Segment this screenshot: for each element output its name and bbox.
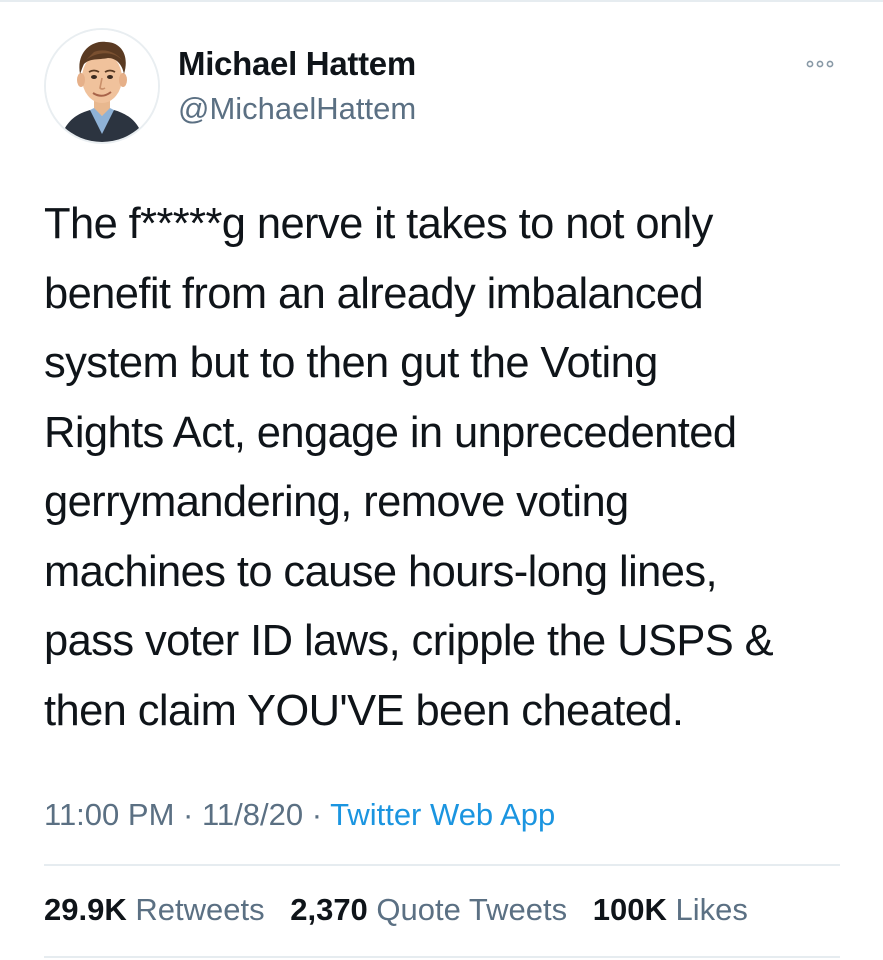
quote-tweets-label: Quote Tweets xyxy=(376,892,568,927)
tweet-line: Rights Act, engage in unprecedented xyxy=(44,408,737,457)
engagement-stats: 29.9K Retweets 2,370 Quote Tweets 100K L… xyxy=(44,892,765,928)
tweet-text: The f*****g nerve it takes to not only b… xyxy=(44,190,859,746)
likes-count: 100K xyxy=(592,892,667,927)
divider xyxy=(44,956,840,958)
tweet-line: gerrymandering, remove voting xyxy=(44,478,629,526)
likes-label: Likes xyxy=(675,892,748,927)
tweet-line: benefit from an already imbalanced xyxy=(44,269,704,318)
divider xyxy=(44,864,840,866)
likes-stat[interactable]: 100K Likes xyxy=(593,892,748,927)
tweet-line: machines to cause hours-long lines, xyxy=(44,547,718,596)
tweet-line: pass voter ID laws, cripple the USPS & xyxy=(44,617,774,665)
retweets-label: Retweets xyxy=(135,892,265,927)
caricature-avatar-icon xyxy=(46,30,158,142)
meta-separator: · xyxy=(174,797,202,832)
top-border xyxy=(0,0,883,2)
tweet-time[interactable]: 11:00 PM xyxy=(44,797,174,832)
quote-tweets-stat[interactable]: 2,370 Quote Tweets xyxy=(290,892,567,927)
meta-separator: · xyxy=(303,797,331,832)
tweet-line: then claim YOU'VE been cheated. xyxy=(44,686,684,735)
tweet-source-link[interactable]: Twitter Web App xyxy=(330,797,555,832)
ellipsis-icon[interactable] xyxy=(804,52,836,76)
tweet-line: The f*****g nerve it takes to not only xyxy=(44,200,713,248)
retweets-count: 29.9K xyxy=(44,892,127,927)
tweet-line: system but to then gut the Voting xyxy=(44,339,658,387)
retweets-stat[interactable]: 29.9K Retweets xyxy=(44,892,265,927)
tweet-meta: 11:00 PM · 11/8/20 · Twitter Web App xyxy=(44,797,555,833)
avatar[interactable] xyxy=(44,28,160,144)
author-display-name[interactable]: Michael Hattem xyxy=(178,45,416,83)
tweet-date[interactable]: 11/8/20 xyxy=(202,797,303,832)
author-handle[interactable]: @MichaelHattem xyxy=(178,91,416,127)
quote-tweets-count: 2,370 xyxy=(290,892,368,927)
